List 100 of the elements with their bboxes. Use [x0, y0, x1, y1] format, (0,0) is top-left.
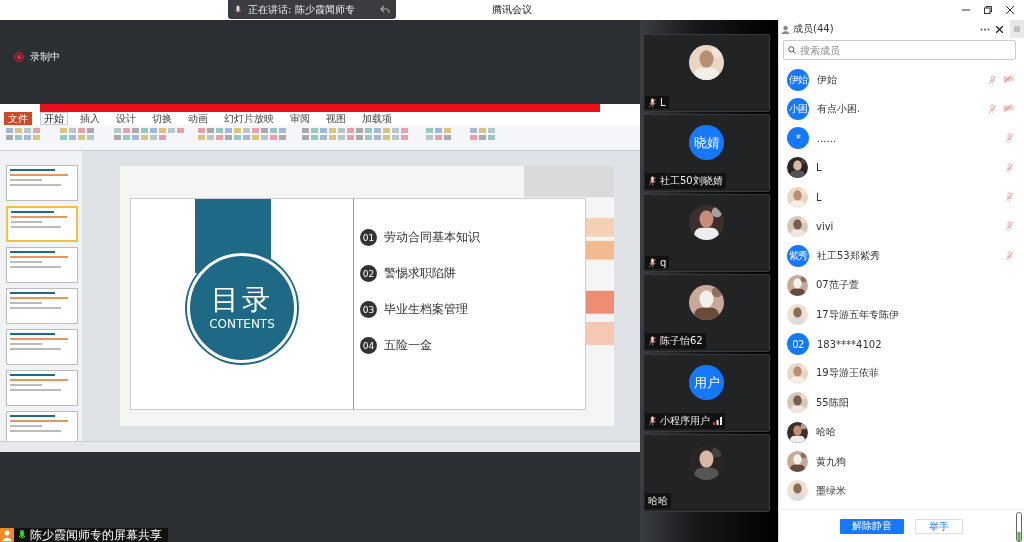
member-name: 55陈阳 — [816, 395, 850, 410]
ribbon-tab[interactable]: 幻灯片放映 — [220, 112, 278, 125]
item-text: 五险一金 — [384, 337, 432, 354]
ribbon-tab[interactable]: 开始 — [40, 112, 68, 125]
mic-muted-icon — [648, 176, 657, 186]
member-row[interactable]: 07范子萱 — [787, 274, 1024, 296]
mic-muted-icon — [648, 257, 657, 268]
member-row[interactable]: 17导游五年专陈伊 — [787, 304, 1024, 326]
camera-off-icon — [1003, 74, 1014, 83]
item-number: 02 — [360, 265, 377, 282]
reply-icon[interactable] — [380, 5, 390, 14]
minimize-icon[interactable] — [962, 6, 970, 14]
member-row[interactable]: 哈哈 — [787, 421, 1024, 443]
recording-label: 录制中 — [30, 50, 60, 64]
item-number: 03 — [360, 301, 377, 318]
avatar: 伊始 — [787, 68, 809, 91]
member-row[interactable]: 紫秀 社工53郑紫秀 — [787, 245, 1024, 267]
mic-muted-icon — [1005, 192, 1014, 203]
camera-off-icon — [1003, 103, 1014, 112]
mic-muted-icon — [1005, 250, 1014, 261]
participant-name: 陈子怡62 — [660, 334, 703, 348]
member-name: 183****4102 — [817, 338, 883, 350]
mic-muted-icon — [1005, 221, 1014, 232]
ribbon-tab[interactable]: 设计 — [112, 112, 140, 125]
ribbon-tab[interactable]: 插入 — [76, 112, 104, 125]
person-icon — [0, 528, 14, 542]
video-tile[interactable]: 用户 小程序用户 — [643, 354, 770, 432]
participant-name: 哈哈 — [648, 494, 668, 508]
item-number: 01 — [360, 229, 377, 246]
slide-thumbnail[interactable] — [6, 411, 78, 441]
video-tile[interactable]: 哈哈 — [643, 434, 770, 512]
slide-thumbnail[interactable] — [6, 247, 78, 283]
member-name: 哈哈 — [816, 425, 837, 440]
close-icon[interactable] — [996, 25, 1003, 33]
mic-icon — [18, 529, 26, 541]
ribbon-tab[interactable]: 视图 — [322, 112, 350, 125]
member-row[interactable]: 小困 有点小困. — [787, 98, 1024, 120]
member-name: L — [816, 162, 823, 174]
member-row[interactable]: 墨绿米 — [787, 480, 1024, 502]
member-row[interactable]: 19导游王依菲 — [787, 362, 1024, 384]
member-row[interactable]: L — [787, 186, 1024, 208]
avatar: 晓婧 — [689, 125, 724, 160]
slide-thumbnail[interactable] — [6, 165, 78, 201]
video-tile[interactable]: 晓婧 社工50刘晓婧 — [643, 114, 770, 192]
member-name: 07范子萱 — [816, 278, 860, 293]
member-row[interactable]: 黄九狗 — [787, 451, 1024, 473]
ribbon-tab[interactable]: 加载项 — [358, 112, 396, 125]
search-field[interactable]: 搜索成员 — [783, 40, 1016, 60]
participant-name: q — [660, 257, 667, 268]
slide-thumbnail[interactable] — [6, 329, 78, 365]
member-name: L — [816, 191, 823, 203]
mic-muted-icon — [988, 103, 997, 114]
member-name: 有点小困. — [817, 101, 862, 116]
member-name: vivi — [816, 220, 835, 232]
more-icon[interactable] — [980, 27, 990, 31]
window-title: 腾讯会议 — [492, 3, 532, 17]
slide-title: 目录 — [211, 284, 273, 316]
video-tile[interactable]: 陈子怡62 — [643, 274, 770, 352]
item-text: 劳动合同基本知识 — [384, 229, 480, 246]
close-icon[interactable] — [1006, 6, 1014, 14]
slide-subtitle: CONTENTS — [209, 316, 275, 332]
mic-muted-icon — [648, 416, 657, 426]
member-name: 伊始 — [817, 72, 838, 87]
avatar: 用户 — [689, 365, 724, 400]
ribbon-tab[interactable]: 审阅 — [286, 112, 314, 125]
video-tile[interactable]: L — [643, 34, 770, 112]
member-row[interactable]: 02 183****4102 — [787, 333, 1024, 355]
restore-icon[interactable] — [984, 6, 992, 14]
slide-thumbnail[interactable] — [6, 370, 78, 406]
mic-muted-icon — [988, 74, 997, 85]
search-icon — [788, 46, 796, 54]
item-number: 04 — [360, 337, 377, 354]
ribbon-tab[interactable]: 文件 — [4, 112, 32, 125]
member-name: 社工53郑紫秀 — [817, 248, 881, 263]
mic-muted-icon — [1005, 133, 1014, 144]
action-button[interactable]: 举手 — [915, 518, 963, 534]
action-button[interactable]: 解除静音 — [840, 518, 904, 534]
member-name: 17导游五年专陈伊 — [816, 307, 900, 322]
avatar: * — [787, 127, 809, 150]
person-icon — [781, 24, 790, 34]
avatar: 02 — [787, 333, 809, 355]
participant-name: 社工50刘晓婧 — [660, 174, 723, 188]
video-tile[interactable]: q — [643, 194, 770, 272]
member-row[interactable]: L — [787, 157, 1024, 179]
ribbon-tab[interactable]: 动画 — [184, 112, 212, 125]
member-row[interactable]: vivi — [787, 215, 1024, 237]
member-name: ...... — [817, 132, 838, 144]
member-name: 墨绿米 — [816, 483, 847, 498]
slide-thumbnail[interactable] — [6, 288, 78, 324]
member-row[interactable]: * ...... — [787, 127, 1024, 149]
share-caption: 陈少霞闻师专的屏幕共享 — [30, 528, 162, 542]
member-name: 19导游王依菲 — [816, 366, 880, 381]
slide-thumbnail[interactable] — [6, 206, 78, 242]
panel-title: 成员(44) — [793, 22, 835, 36]
member-row[interactable]: 55陈阳 — [787, 392, 1024, 414]
ribbon-tab[interactable]: 切换 — [148, 112, 176, 125]
mic-muted-icon — [648, 336, 657, 346]
signal-icon — [713, 417, 722, 425]
member-row[interactable]: 伊始 伊始 — [787, 69, 1024, 90]
item-text: 毕业生档案管理 — [384, 301, 468, 318]
